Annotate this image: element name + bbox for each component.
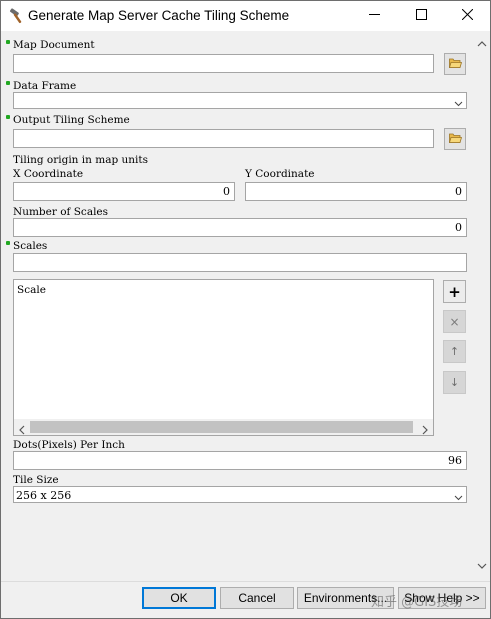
x-coordinate-input[interactable]: 0	[13, 182, 235, 201]
arrow-up-icon: ↑	[449, 345, 460, 358]
remove-scale-button[interactable]: ×	[443, 310, 466, 333]
output-tiling-scheme-label: Output Tiling Scheme	[13, 114, 130, 126]
y-coordinate-input[interactable]: 0	[245, 182, 467, 201]
cancel-button[interactable]: Cancel	[220, 587, 294, 609]
vertical-scrollbar[interactable]	[473, 31, 490, 581]
y-coordinate-label: Y Coordinate	[245, 168, 315, 180]
map-document-label: Map Document	[13, 39, 95, 51]
dpi-label: Dots(Pixels) Per Inch	[13, 439, 125, 451]
scroll-up-icon[interactable]	[477, 35, 487, 53]
add-scale-button[interactable]: +	[443, 280, 466, 303]
map-document-browse-button[interactable]	[444, 53, 466, 75]
scales-label: Scales	[13, 240, 48, 252]
environments-button[interactable]: Environments...	[297, 587, 394, 609]
arrow-down-icon: ↓	[449, 376, 460, 389]
folder-open-icon	[448, 130, 462, 148]
plus-icon: +	[448, 282, 461, 301]
tool-parameters-panel: Map Document Data Frame Output Tiling Sc…	[1, 31, 490, 581]
minimize-button[interactable]	[351, 1, 397, 31]
title-bar[interactable]: Generate Map Server Cache Tiling Scheme	[1, 1, 490, 31]
x-coordinate-label: X Coordinate	[13, 168, 84, 180]
show-help-button[interactable]: Show Help >>	[398, 587, 486, 609]
map-document-input[interactable]	[13, 54, 434, 73]
horizontal-scrollbar[interactable]	[14, 419, 433, 435]
move-up-button[interactable]: ↑	[443, 340, 466, 363]
tiling-origin-label: Tiling origin in map units	[13, 154, 149, 166]
data-frame-label: Data Frame	[13, 80, 77, 92]
required-marker-map-document	[6, 40, 10, 44]
scale-column-header: Scale	[17, 284, 46, 296]
output-tiling-scheme-browse-button[interactable]	[444, 128, 466, 150]
tile-size-select[interactable]: 256 x 256	[13, 486, 467, 503]
number-of-scales-label: Number of Scales	[13, 206, 109, 218]
scales-table[interactable]: Scale	[13, 279, 434, 436]
chevron-down-icon	[454, 96, 463, 107]
dpi-input[interactable]: 96	[13, 451, 467, 470]
data-frame-select[interactable]	[13, 92, 467, 109]
horizontal-scroll-thumb[interactable]	[30, 421, 413, 433]
move-down-button[interactable]: ↓	[443, 371, 466, 394]
hammer-icon	[8, 7, 26, 25]
scales-input[interactable]	[13, 253, 467, 272]
close-button[interactable]	[444, 1, 490, 31]
maximize-button[interactable]	[398, 1, 444, 31]
chevron-down-icon	[454, 490, 463, 501]
required-marker-data-frame	[6, 81, 10, 85]
tile-size-value: 256 x 256	[16, 489, 72, 502]
window-title: Generate Map Server Cache Tiling Scheme	[28, 8, 290, 23]
maximize-icon	[415, 7, 427, 25]
scroll-left-icon[interactable]	[18, 422, 26, 440]
output-tiling-scheme-input[interactable]	[13, 129, 434, 148]
dialog-footer: OK Cancel Environments... Show Help >> 知…	[1, 581, 490, 618]
number-of-scales-input[interactable]: 0	[13, 218, 467, 237]
dialog-window: Generate Map Server Cache Tiling Scheme …	[0, 0, 491, 619]
x-icon: ×	[449, 314, 460, 329]
tile-size-label: Tile Size	[13, 474, 59, 486]
minimize-icon	[368, 7, 380, 25]
required-marker-scales	[6, 241, 10, 245]
required-marker-output-tiling-scheme	[6, 115, 10, 119]
scroll-down-icon[interactable]	[477, 557, 487, 575]
close-icon	[461, 7, 473, 25]
scroll-right-icon[interactable]	[421, 422, 429, 440]
ok-button[interactable]: OK	[142, 587, 216, 609]
folder-open-icon	[448, 55, 462, 73]
